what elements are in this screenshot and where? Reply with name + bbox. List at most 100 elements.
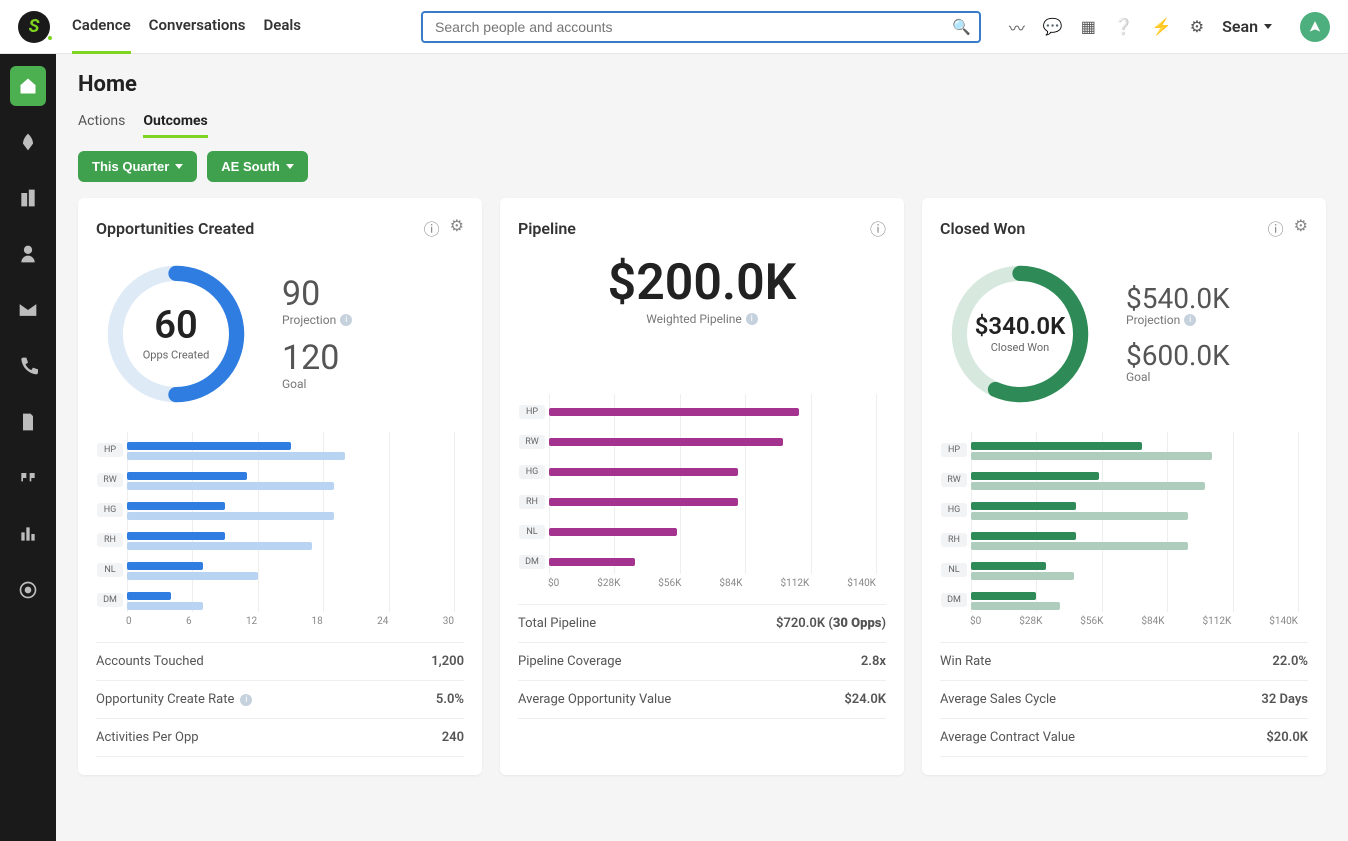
goal-value: $600.0K [1126, 341, 1230, 370]
stat-value: 1,200 [431, 654, 464, 669]
bar-label: RH [97, 533, 123, 547]
xaxis-tick: 6 [186, 616, 192, 632]
tab-actions[interactable]: Actions [78, 107, 125, 138]
fab-button[interactable] [1300, 12, 1330, 42]
chevron-down-icon [286, 164, 294, 169]
stat-value: 2.8x [861, 654, 886, 669]
xaxis-tick: $56K [1080, 616, 1103, 632]
info-icon[interactable]: i [240, 694, 252, 706]
nav-cadence[interactable]: Cadence [72, 0, 131, 54]
projection-value: 90 [282, 277, 352, 313]
help-icon[interactable]: ❔ [1114, 17, 1134, 36]
side-phone[interactable] [10, 346, 46, 386]
side-mail[interactable] [10, 290, 46, 330]
bar-projection [971, 452, 1212, 460]
logo-icon[interactable]: S [18, 11, 50, 43]
search-icon[interactable]: 🔍 [952, 18, 971, 36]
bar-actual [971, 502, 1076, 510]
side-person[interactable] [10, 234, 46, 274]
info-icon[interactable]: i [1184, 314, 1196, 326]
filter-team[interactable]: AE South [207, 151, 308, 182]
bar-projection [127, 482, 334, 490]
side-home[interactable] [10, 66, 46, 106]
info-icon[interactable]: ⓘ [870, 216, 886, 240]
bar-projection [127, 542, 312, 550]
side-rocket[interactable] [10, 122, 46, 162]
bar-label: HG [941, 503, 967, 517]
filter-team-label: AE South [221, 159, 280, 174]
bar-projection [127, 512, 334, 520]
pipeline-value: $200.0K [518, 254, 886, 312]
compass-icon [1308, 20, 1322, 34]
bar-actual [971, 532, 1076, 540]
user-menu[interactable]: Sean [1222, 17, 1272, 36]
bar-label: NL [97, 563, 123, 577]
xaxis-tick: 30 [443, 616, 454, 632]
stat-row: Pipeline Coverage2.8x [518, 642, 886, 680]
bar-chart: HPRWHGRHNLDM $0$28K$56K$84K$112K$140K [518, 394, 886, 594]
bar-actual [127, 592, 171, 600]
activity-icon[interactable]: 〰 [1009, 15, 1025, 39]
info-icon[interactable]: ⓘ [424, 216, 440, 240]
apps-icon[interactable]: ▦ [1081, 17, 1096, 36]
info-icon[interactable]: i [746, 313, 758, 325]
gear-icon[interactable]: ⚙ [1294, 216, 1308, 240]
chat-icon[interactable]: 💬 [1043, 17, 1063, 36]
gear-icon[interactable]: ⚙ [450, 216, 464, 240]
goal-value: 120 [282, 341, 352, 377]
sidebar [0, 54, 56, 841]
xaxis-tick: 24 [377, 616, 388, 632]
bar-label: NL [519, 525, 545, 539]
xaxis-tick: $56K [658, 578, 681, 594]
stat-label: Activities Per Opp [96, 730, 199, 745]
xaxis-tick: $28K [597, 578, 620, 594]
bar [549, 528, 677, 536]
xaxis-tick: $140K [1269, 616, 1298, 632]
bar-projection [971, 602, 1060, 610]
search-input[interactable] [421, 11, 981, 43]
info-icon[interactable]: i [340, 314, 352, 326]
bar-actual [127, 442, 291, 450]
card-closed-won: Closed Won ⓘ ⚙ $340.0K Closed Won $540.0… [922, 198, 1326, 775]
bar-projection [127, 602, 203, 610]
side-document[interactable] [10, 402, 46, 442]
nav-conversations[interactable]: Conversations [149, 0, 246, 54]
bar-projection [127, 452, 345, 460]
info-icon[interactable]: ⓘ [1268, 216, 1284, 240]
bar-label: HG [519, 465, 545, 479]
bar [549, 558, 635, 566]
bolt-icon[interactable]: ⚡ [1152, 17, 1172, 36]
side-quote[interactable] [10, 458, 46, 498]
stat-label: Accounts Touched [96, 654, 204, 669]
stat-value: 5.0% [436, 692, 464, 707]
bar-chart: HPRWHGRHNLDM $0$28K$56K$84K$112K$140K [940, 432, 1308, 632]
stat-label: Opportunity Create Rate [96, 692, 234, 707]
donut-value: 60 [143, 307, 210, 347]
stat-value: $720.0K (30 Opps) [776, 616, 886, 631]
bar [549, 408, 799, 416]
stat-value: $20.0K [1266, 730, 1308, 745]
chevron-down-icon [1264, 24, 1272, 29]
side-building[interactable] [10, 178, 46, 218]
xaxis-tick: $28K [1019, 616, 1042, 632]
stat-row: Accounts Touched 1,200 [96, 642, 464, 680]
xaxis-tick: 0 [126, 616, 132, 632]
bar-projection [127, 572, 258, 580]
nav-deals[interactable]: Deals [264, 0, 302, 54]
gear-icon[interactable]: ⚙ [1190, 17, 1204, 36]
filter-period-label: This Quarter [92, 159, 169, 174]
bar-actual [127, 472, 247, 480]
stat-label: Average Sales Cycle [940, 692, 1056, 707]
stat-row: Total Pipeline$720.0K (30 Opps) [518, 604, 886, 642]
stat-value: 22.0% [1272, 654, 1308, 669]
tab-outcomes[interactable]: Outcomes [143, 107, 207, 138]
filter-period[interactable]: This Quarter [78, 151, 197, 182]
bar-actual [971, 562, 1046, 570]
side-chart[interactable] [10, 514, 46, 554]
filters: This Quarter AE South [78, 151, 1326, 182]
bar-label: NL [941, 563, 967, 577]
side-target[interactable] [10, 570, 46, 610]
bar [549, 468, 738, 476]
bar-actual [127, 532, 225, 540]
stat-row: Activities Per Opp240 [96, 718, 464, 757]
